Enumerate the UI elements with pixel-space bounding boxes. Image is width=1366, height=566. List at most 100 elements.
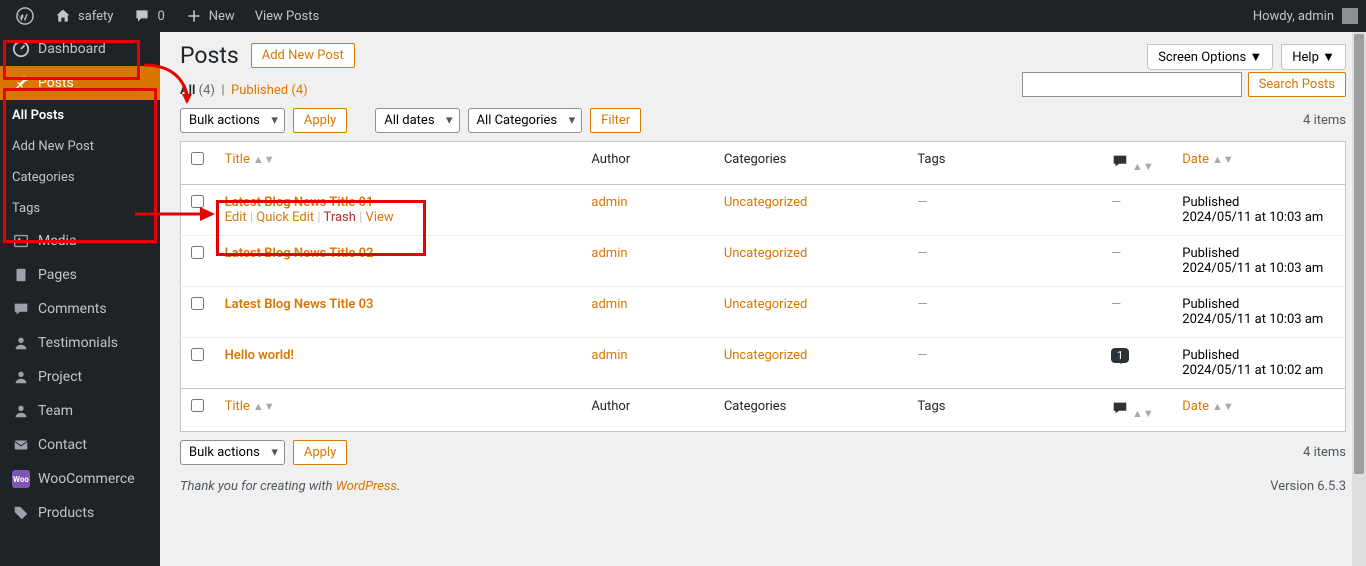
sidebar-label: WooCommerce <box>38 471 135 487</box>
category-link[interactable]: Uncategorized <box>724 297 807 312</box>
sidebar-item-pages[interactable]: Pages <box>0 258 160 292</box>
sidebar-label: Contact <box>38 437 87 453</box>
date-status: Published <box>1182 297 1239 312</box>
new-content[interactable]: New <box>177 0 243 32</box>
search-button[interactable]: Search Posts <box>1248 72 1346 97</box>
bulk-actions-select-bottom[interactable]: Bulk actions <box>180 440 285 465</box>
sidebar-label: Dashboard <box>38 41 106 57</box>
filter-all[interactable]: All (4) <box>180 83 215 98</box>
table-row: Latest Blog News Title 01Edit | Quick Ed… <box>181 185 1346 236</box>
col-comments[interactable]: ▲▼ <box>1101 142 1172 185</box>
author-link[interactable]: admin <box>591 348 627 363</box>
select-all-bottom[interactable] <box>191 399 204 412</box>
version: Version 6.5.3 <box>1270 479 1346 494</box>
select-all-top[interactable] <box>191 152 204 165</box>
no-comments: — <box>1111 195 1121 210</box>
testimonials-icon <box>12 334 30 352</box>
avatar[interactable] <box>1342 8 1358 24</box>
sidebar-sub-add-new[interactable]: Add New Post <box>0 131 160 162</box>
item-count: 4 items <box>1303 113 1346 128</box>
media-icon <box>12 232 30 250</box>
site-name: safety <box>78 9 113 24</box>
comment-icon <box>1111 152 1129 170</box>
sidebar-sub-categories[interactable]: Categories <box>0 162 160 193</box>
row-actions: Edit | Quick Edit | Trash | View <box>225 210 572 225</box>
row-checkbox[interactable] <box>191 246 204 259</box>
search-input[interactable] <box>1022 72 1242 97</box>
date-status: Published <box>1182 246 1239 261</box>
sidebar-item-media[interactable]: Media <box>0 224 160 258</box>
row-checkbox[interactable] <box>191 195 204 208</box>
post-title-link[interactable]: Latest Blog News Title 01 <box>225 195 374 210</box>
bulk-actions-select[interactable]: Bulk actions <box>180 108 285 133</box>
pin-icon <box>12 74 30 92</box>
project-icon <box>12 368 30 386</box>
sidebar-item-team[interactable]: Team <box>0 394 160 428</box>
sidebar-item-contact[interactable]: Contact <box>0 428 160 462</box>
col-categories-foot: Categories <box>714 389 908 432</box>
scrollbar[interactable] <box>1352 32 1366 566</box>
help-button[interactable]: Help ▼ <box>1281 44 1346 70</box>
wp-logo[interactable] <box>8 0 42 32</box>
post-title-link[interactable]: Latest Blog News Title 03 <box>225 297 374 312</box>
comment-count-bubble[interactable]: 1 <box>1111 348 1129 363</box>
col-title-foot[interactable]: Title▲▼ <box>225 399 275 414</box>
sidebar-label: Comments <box>38 301 107 317</box>
date-status: Published <box>1182 348 1239 363</box>
team-icon <box>12 402 30 420</box>
post-title-link[interactable]: Latest Blog News Title 02 <box>225 246 374 261</box>
post-title-link[interactable]: Hello world! <box>225 348 294 363</box>
col-comments-foot[interactable]: ▲▼ <box>1101 389 1172 432</box>
sidebar-item-woocommerce[interactable]: WooWooCommerce <box>0 462 160 496</box>
apply-button-bottom[interactable]: Apply <box>293 440 347 465</box>
author-link[interactable]: admin <box>591 195 627 210</box>
no-comments: — <box>1111 297 1121 312</box>
sidebar-item-posts[interactable]: Posts <box>0 66 160 100</box>
tags-cell: — <box>917 348 927 363</box>
col-date[interactable]: Date▲▼ <box>1182 152 1234 167</box>
categories-select[interactable]: All Categories <box>468 108 583 133</box>
edit-link[interactable]: Edit <box>225 210 247 225</box>
row-checkbox[interactable] <box>191 348 204 361</box>
date-value: 2024/05/11 at 10:03 am <box>1182 261 1323 276</box>
filter-button[interactable]: Filter <box>590 108 641 133</box>
view-link[interactable]: View <box>366 210 394 225</box>
category-link[interactable]: Uncategorized <box>724 246 807 261</box>
sidebar-item-testimonials[interactable]: Testimonials <box>0 326 160 360</box>
col-title[interactable]: Title▲▼ <box>225 152 275 167</box>
scrollbar-thumb[interactable] <box>1354 34 1364 474</box>
comment-icon <box>1111 399 1129 417</box>
sidebar-item-comments[interactable]: Comments <box>0 292 160 326</box>
content-area: Screen Options ▼ Help ▼ Posts Add New Po… <box>160 32 1366 566</box>
table-row: Hello world! admin Uncategorized — 1 Pub… <box>181 338 1346 389</box>
sidebar-item-dashboard[interactable]: Dashboard <box>0 32 160 66</box>
apply-button-top[interactable]: Apply <box>293 108 347 133</box>
row-checkbox[interactable] <box>191 297 204 310</box>
howdy-text[interactable]: Howdy, admin <box>1253 9 1334 24</box>
view-posts[interactable]: View Posts <box>247 0 328 32</box>
wordpress-link[interactable]: WordPress <box>336 479 397 494</box>
date-value: 2024/05/11 at 10:02 am <box>1182 363 1323 378</box>
sidebar-item-project[interactable]: Project <box>0 360 160 394</box>
posts-table: Title▲▼ Author Categories Tags ▲▼ Date▲▼… <box>180 141 1346 432</box>
author-link[interactable]: admin <box>591 297 627 312</box>
category-link[interactable]: Uncategorized <box>724 195 807 210</box>
site-link[interactable]: safety <box>46 0 121 32</box>
sidebar-item-products[interactable]: Products <box>0 496 160 530</box>
filter-published[interactable]: Published (4) <box>231 83 308 98</box>
sidebar-label: Posts <box>38 75 74 91</box>
screen-options-button[interactable]: Screen Options ▼ <box>1147 44 1273 70</box>
sidebar-label: Pages <box>38 267 77 283</box>
comments-link[interactable]: 0 <box>125 0 172 32</box>
col-author-foot: Author <box>581 389 713 432</box>
add-new-post-button[interactable]: Add New Post <box>251 43 355 68</box>
author-link[interactable]: admin <box>591 246 627 261</box>
dates-select[interactable]: All dates <box>375 108 459 133</box>
sidebar-sub-all-posts[interactable]: All Posts <box>0 100 160 131</box>
plus-icon <box>185 7 203 25</box>
col-date-foot[interactable]: Date▲▼ <box>1182 399 1234 414</box>
sidebar-sub-tags[interactable]: Tags <box>0 193 160 224</box>
category-link[interactable]: Uncategorized <box>724 348 807 363</box>
quick-edit-link[interactable]: Quick Edit <box>256 210 314 225</box>
trash-link[interactable]: Trash <box>324 210 356 225</box>
